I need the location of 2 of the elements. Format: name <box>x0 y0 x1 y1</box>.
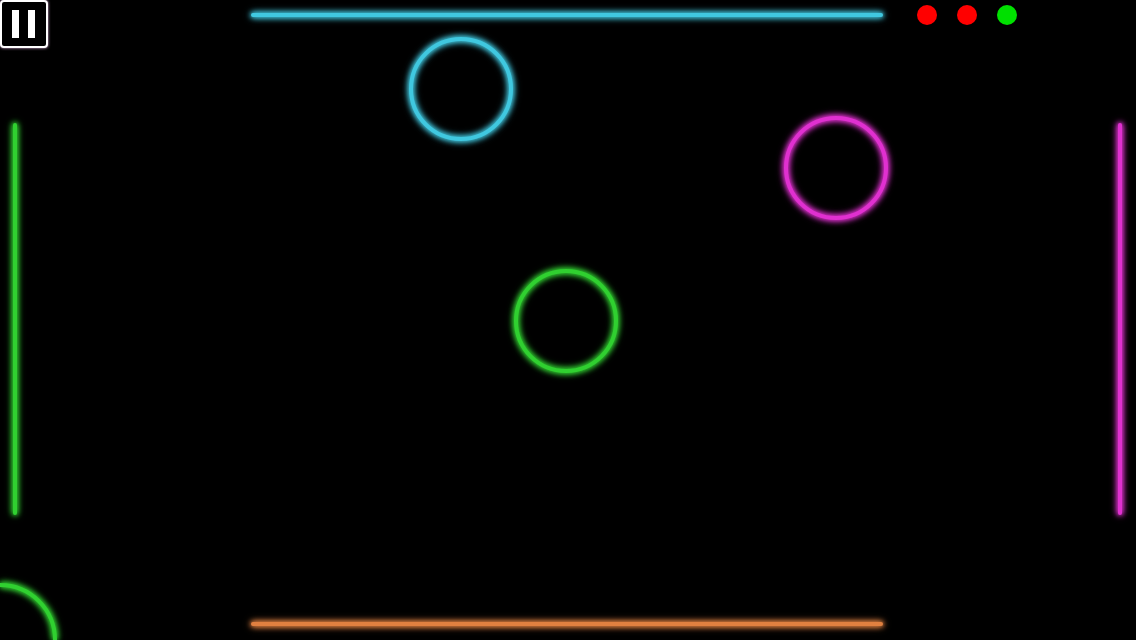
pause-icon <box>12 10 36 38</box>
pause-button[interactable] <box>0 0 48 48</box>
